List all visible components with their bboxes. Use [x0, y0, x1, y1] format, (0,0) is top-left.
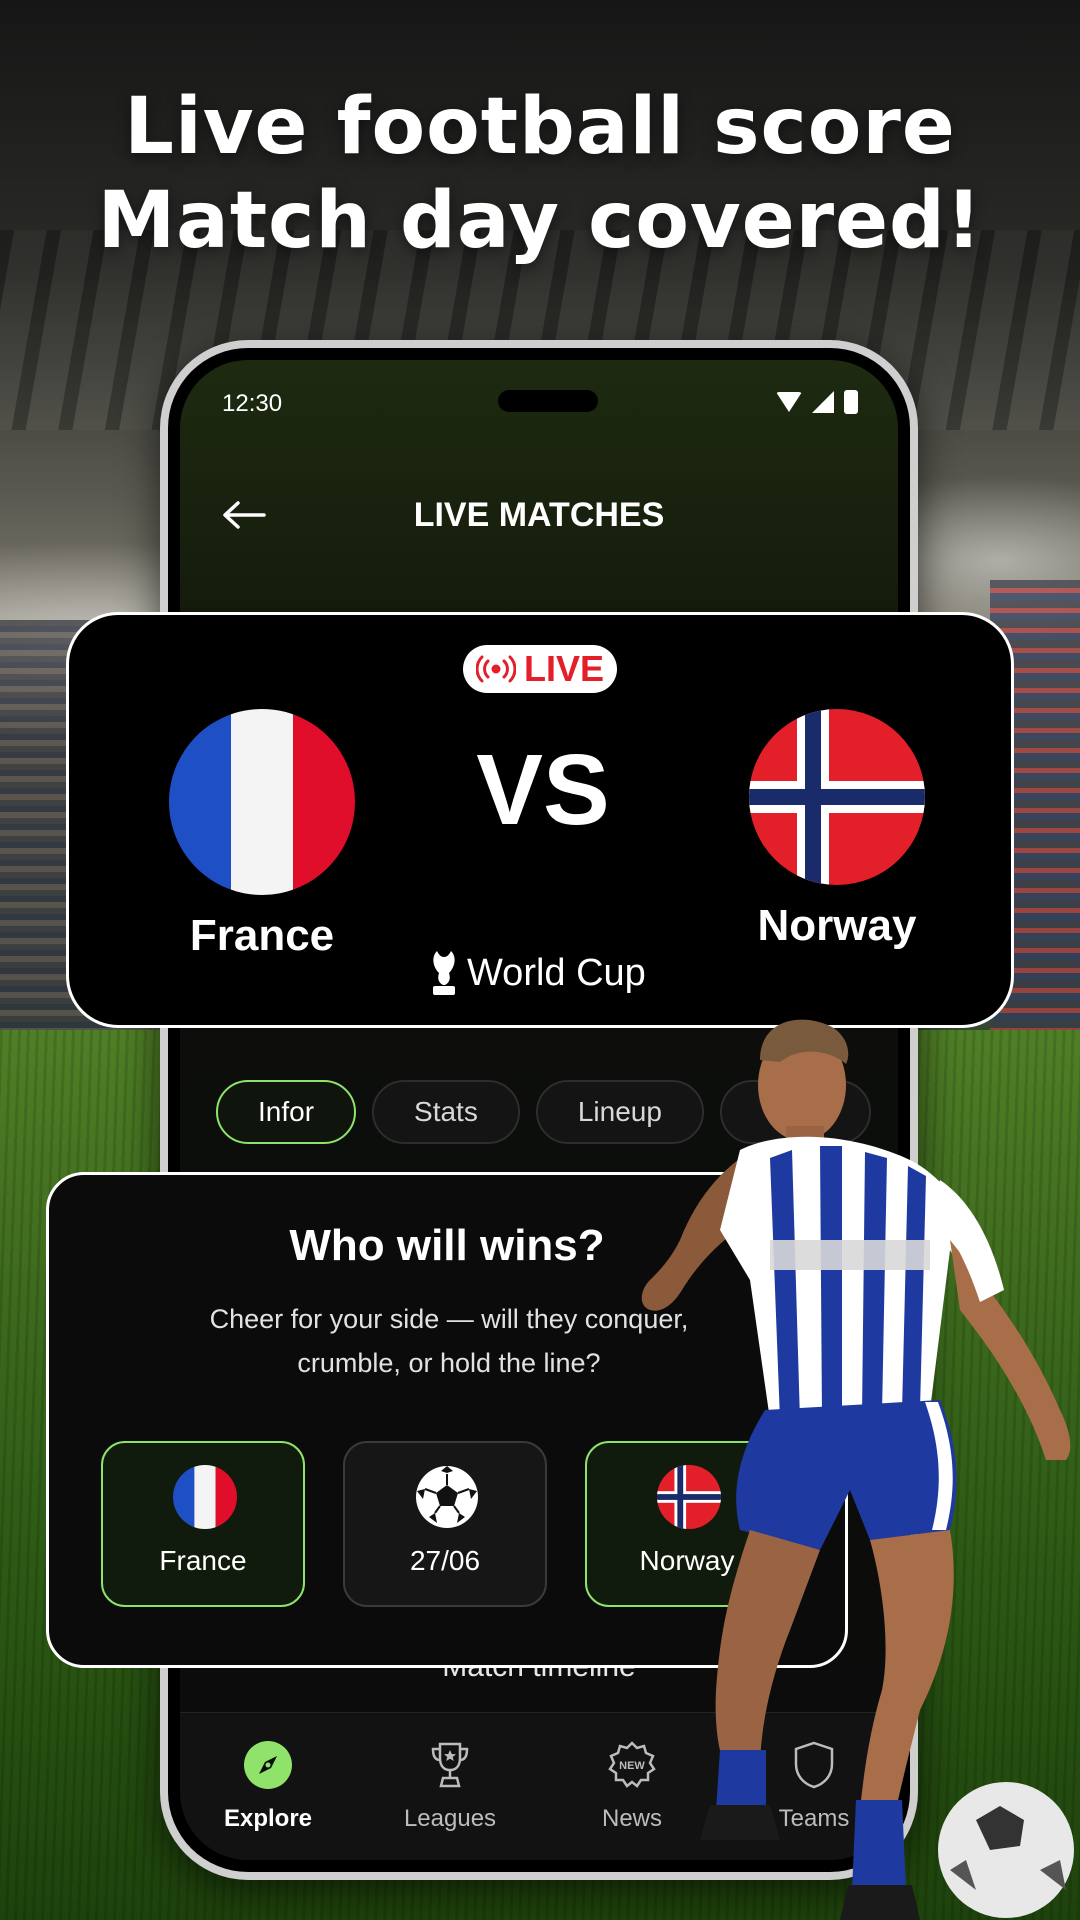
promo-headline: Live football score Match day covered!: [0, 80, 1080, 268]
competition-label: World Cup: [429, 949, 646, 997]
versus-label: VS: [476, 734, 610, 846]
vote-draw-button[interactable]: 27/06: [343, 1441, 547, 1607]
headline-line-1: Live football score: [124, 82, 956, 172]
trophy-icon: [431, 1742, 469, 1788]
compass-icon: [244, 1741, 292, 1789]
battery-icon: [844, 390, 858, 414]
wifi-icon: [776, 392, 802, 412]
camera-notch: [498, 390, 598, 412]
football-player-image: [641, 1019, 1074, 1920]
live-label: LIVE: [523, 648, 604, 689]
away-team-name: Norway: [757, 901, 917, 950]
france-flag-icon: [169, 709, 355, 895]
tab-infor[interactable]: Infor: [216, 1080, 357, 1144]
broadcast-icon: [475, 655, 516, 683]
status-time: 12:30: [222, 390, 283, 417]
home-team-name: France: [189, 911, 335, 960]
world-cup-trophy-icon: [433, 951, 455, 995]
vote-home-button[interactable]: France: [101, 1441, 305, 1607]
page-title: LIVE MATCHES: [413, 496, 665, 534]
nav-leagues-label: Leagues: [403, 1805, 497, 1832]
france-flag-icon: [173, 1465, 237, 1529]
headline-line-2: Match day covered!: [97, 176, 983, 266]
live-badge: LIVE: [463, 645, 617, 693]
norway-flag-icon: [749, 709, 925, 885]
status-icons: [776, 390, 858, 414]
competition-name: World Cup: [467, 951, 646, 994]
cellular-signal-icon: [812, 391, 834, 413]
nav-leagues[interactable]: Leagues: [380, 1739, 520, 1833]
tab-stats[interactable]: Stats: [372, 1080, 520, 1144]
live-match-card[interactable]: LIVE France VS Norway World Cup: [66, 612, 1014, 1028]
nav-explore[interactable]: Explore: [198, 1739, 338, 1833]
soccer-ball-icon: [415, 1465, 479, 1529]
vote-home-label: France: [159, 1545, 247, 1576]
match-date-label: 27/06: [409, 1545, 481, 1576]
nav-explore-label: Explore: [223, 1805, 313, 1832]
